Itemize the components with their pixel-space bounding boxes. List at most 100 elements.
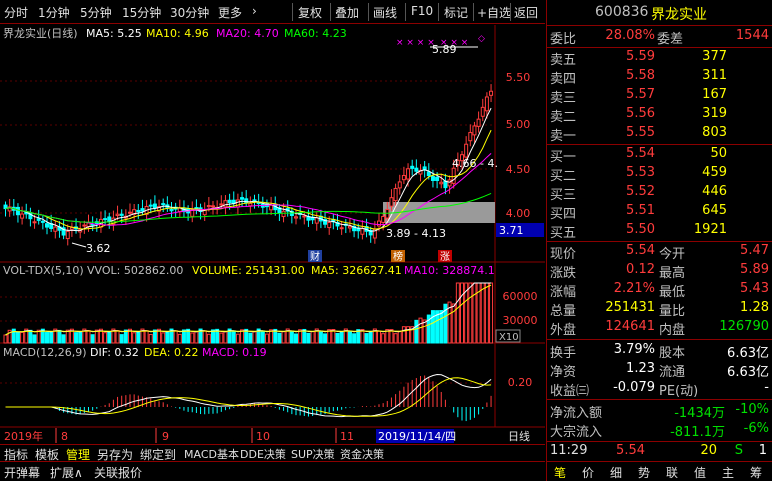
panel-tab[interactable]: 筹	[750, 464, 762, 481]
volume-bar	[57, 329, 62, 344]
net-flow-label: 净流入额	[550, 406, 603, 421]
price-tag: 3.71	[499, 224, 524, 237]
volume-bar	[115, 330, 120, 344]
fuquan-button[interactable]: 复权	[298, 4, 322, 21]
volume-bar	[281, 331, 286, 344]
panel-tab[interactable]: 笔	[554, 464, 566, 481]
period-30min[interactable]: 30分钟	[170, 4, 209, 21]
back-button[interactable]: 返回	[514, 4, 538, 21]
stock-name: 界龙实业	[651, 7, 707, 23]
add-watchlist-button[interactable]: +自选	[477, 4, 511, 21]
period-label[interactable]: 日线	[508, 429, 530, 443]
period-fenshi[interactable]: 分时	[4, 4, 28, 21]
buy-volume: 50	[710, 146, 727, 161]
candle-body	[385, 209, 390, 219]
candle-body	[381, 215, 386, 223]
volume-bar	[451, 303, 456, 344]
candle-body	[235, 199, 240, 208]
sell-row[interactable]: 卖五 5.59 377	[547, 49, 772, 68]
stat-value: 5.43	[740, 281, 769, 296]
draw-line-button[interactable]: 画线	[373, 4, 397, 21]
candle-body	[339, 227, 344, 230]
chevron-right-icon[interactable]: ›	[252, 4, 257, 18]
tick-count: 1	[758, 443, 767, 458]
period-15min[interactable]: 15分钟	[122, 4, 161, 21]
sell-row[interactable]: 卖三 5.57 167	[547, 87, 772, 106]
buy-row[interactable]: 买三 5.52 446	[547, 184, 772, 203]
candle-body	[140, 208, 145, 212]
buy-row[interactable]: 买四 5.51 645	[547, 203, 772, 222]
sell-price: 5.59	[626, 49, 655, 64]
sell-row[interactable]: 卖二 5.56 319	[547, 106, 772, 125]
volume-bar	[148, 333, 153, 344]
volume-bar	[422, 319, 427, 344]
buy-row[interactable]: 买二 5.53 459	[547, 165, 772, 184]
stat-value: 2.21%	[613, 281, 655, 296]
volume-bar	[177, 333, 182, 344]
volume-bar	[194, 331, 199, 344]
panel-tab[interactable]: 势	[638, 464, 650, 481]
candle-body	[406, 168, 411, 180]
kline-chart-area[interactable]: × × × × × × × ◇ 界龙实业(日线) MA5: 5.25 MA10:…	[0, 25, 545, 444]
weibi-value: 28.08%	[605, 28, 655, 43]
tab-dde[interactable]: DDE决策	[240, 446, 286, 462]
candle-body	[119, 213, 124, 216]
marker-zhang-label: 涨	[440, 251, 450, 263]
danmu-button[interactable]: 开弹幕	[4, 464, 40, 481]
sell-price: 5.55	[626, 125, 655, 140]
volume-bar	[294, 333, 298, 344]
candle-body	[327, 221, 332, 229]
period-more[interactable]: 更多	[218, 4, 242, 21]
panel-tab[interactable]: 值	[694, 464, 706, 481]
stat-label: 总量	[550, 304, 577, 319]
candle-body	[347, 225, 352, 229]
sell-row[interactable]: 卖四 5.58 311	[547, 68, 772, 87]
panel-tab[interactable]: 价	[582, 464, 594, 481]
volume-bar	[173, 330, 178, 344]
volume-bar	[460, 282, 464, 344]
sell-row[interactable]: 卖一 5.55 803	[547, 125, 772, 144]
top-toolbar: 分时 1分钟 5分钟 15分钟 30分钟 更多 › 复权 叠加 画线 F10 标…	[0, 0, 545, 24]
high-label: 5.89	[432, 43, 457, 56]
stat-value: -0.079	[613, 380, 655, 395]
panel-tab[interactable]: 细	[610, 464, 622, 481]
volume-bar	[3, 334, 8, 344]
candle-body	[464, 143, 469, 158]
dif-label: DIF: 0.32	[90, 346, 139, 359]
volume-bar	[277, 332, 282, 344]
buy-price: 5.50	[626, 222, 655, 237]
candle-body	[40, 220, 45, 223]
mark-button[interactable]: 标记	[444, 4, 468, 21]
period-1min[interactable]: 1分钟	[38, 4, 70, 21]
tab-sup[interactable]: SUP决策	[291, 446, 335, 462]
overlay-button[interactable]: 叠加	[335, 4, 359, 21]
f10-button[interactable]: F10	[411, 4, 433, 18]
volume-bar	[252, 331, 257, 344]
stat-label: 最低	[659, 285, 686, 300]
panel-tab[interactable]: 主	[722, 464, 734, 481]
candle-body	[227, 199, 232, 204]
stat-value: 6.63亿	[727, 346, 769, 361]
expand-button[interactable]: 扩展∧	[50, 464, 83, 481]
stat-label: 流通	[659, 365, 686, 380]
buy-row[interactable]: 买一 5.54 50	[547, 146, 772, 165]
stat-value: 1.28	[740, 300, 769, 315]
volume-bar	[289, 330, 294, 344]
toolbar-divider	[510, 3, 511, 21]
panel-tab[interactable]: 联	[666, 464, 678, 481]
volume-bar	[310, 330, 315, 344]
related-quotes-button[interactable]: 关联报价	[94, 464, 142, 481]
tab-fund[interactable]: 资金决策	[340, 446, 384, 462]
volume-bar	[202, 330, 207, 344]
buy-row[interactable]: 买五 5.50 1921	[547, 222, 772, 241]
candle-body	[401, 175, 406, 181]
vvol-label: VVOL: 502862.00	[87, 264, 183, 277]
buy-price: 5.54	[626, 146, 655, 161]
tab-macd-basic[interactable]: MACD基本	[184, 446, 239, 462]
volume-bar	[480, 282, 485, 344]
buy-label: 买一	[550, 150, 577, 165]
sell-label: 卖五	[550, 53, 577, 68]
candle-body	[161, 203, 166, 206]
tick-time: 11:29	[550, 443, 588, 458]
period-5min[interactable]: 5分钟	[80, 4, 112, 21]
